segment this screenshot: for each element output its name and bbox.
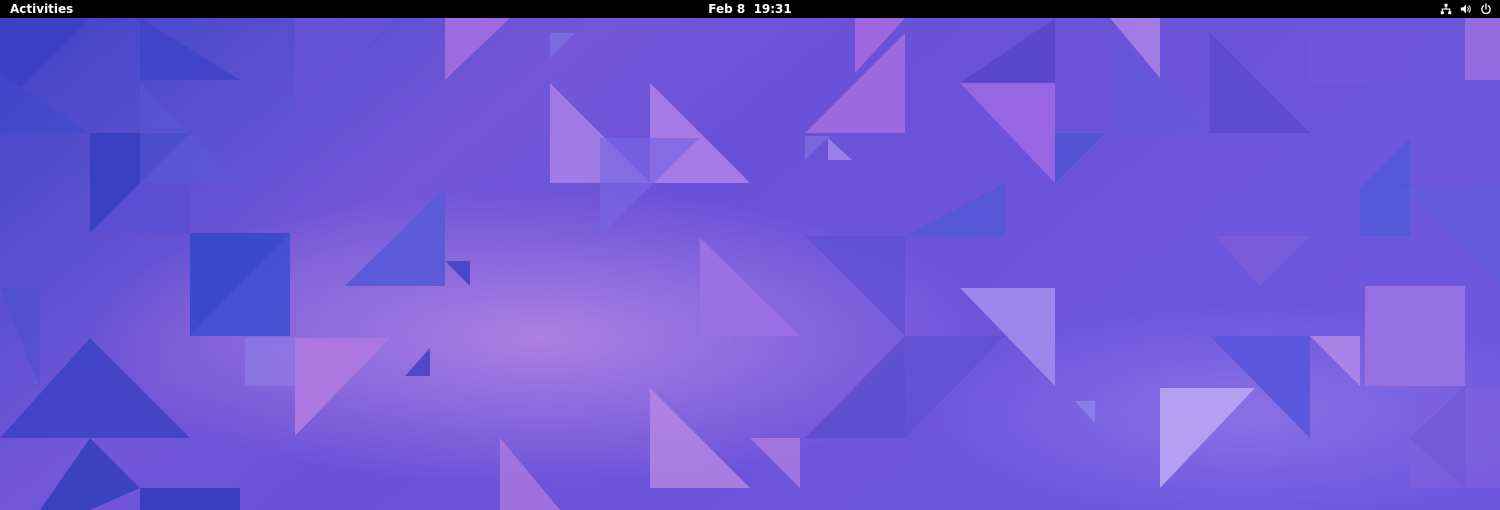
power-icon — [1479, 2, 1493, 16]
clock-date: Feb 8 — [708, 2, 746, 16]
system-status-menu[interactable] — [1436, 0, 1496, 18]
clock-button[interactable]: Feb 8 19:31 — [700, 0, 800, 18]
top-bar: Activities Feb 8 19:31 — [0, 0, 1500, 18]
desktop-wallpaper — [0, 18, 1500, 510]
volume-icon — [1459, 2, 1473, 16]
network-wired-icon — [1439, 2, 1453, 16]
activities-button[interactable]: Activities — [0, 0, 83, 18]
clock-time: 19:31 — [753, 2, 792, 16]
